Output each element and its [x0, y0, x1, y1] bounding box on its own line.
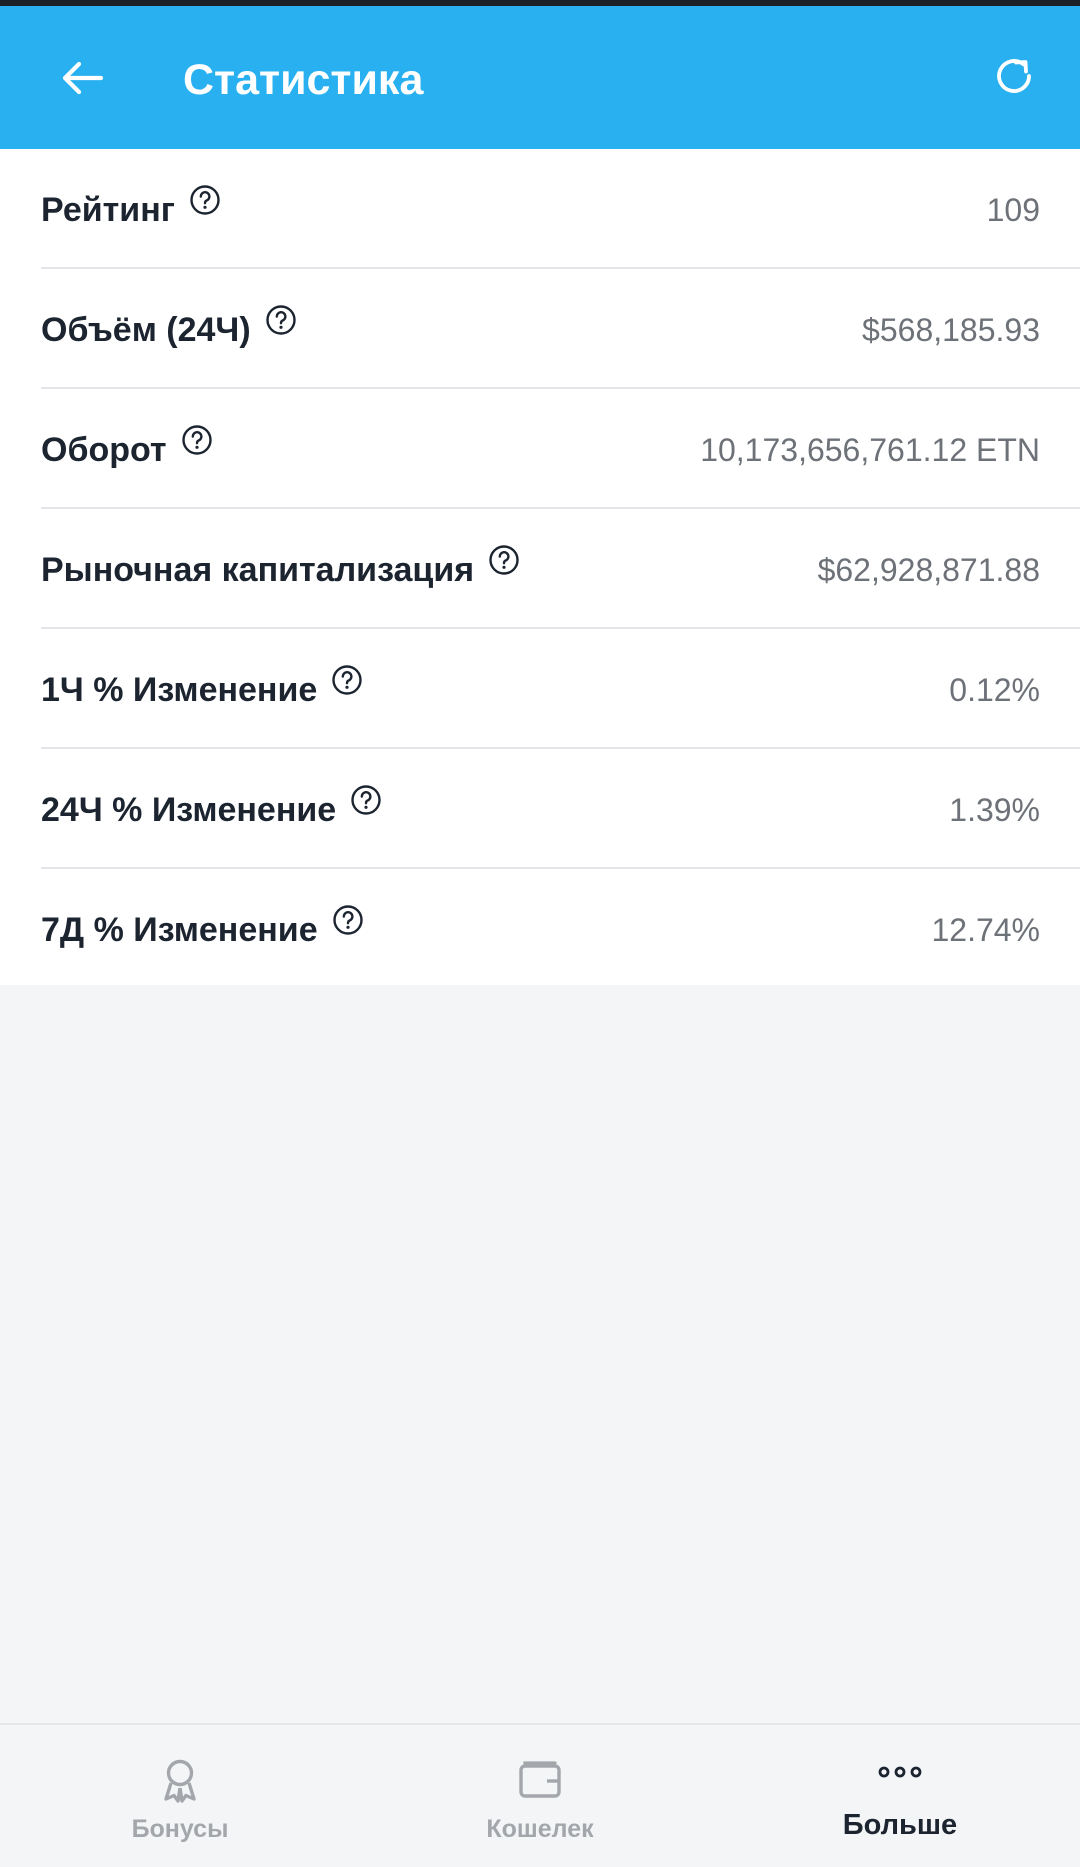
question-circle-icon[interactable]	[265, 304, 297, 336]
nav-label: Кошелек	[486, 1815, 594, 1843]
stat-row-market-cap: Рыночная капитализация $62,928,871.88	[0, 509, 1080, 629]
question-circle-icon[interactable]	[488, 544, 520, 576]
award-ribbon-icon	[164, 1759, 196, 1803]
page-title: Статистика	[183, 56, 424, 104]
stat-label: 24Ч % Изменение	[41, 791, 337, 829]
question-circle-icon[interactable]	[350, 784, 382, 816]
arrow-left-icon	[62, 61, 103, 95]
app-header: Статистика	[0, 6, 1080, 149]
nav-item-bonuses[interactable]: Бонусы	[0, 1725, 360, 1867]
wallet-icon	[519, 1761, 561, 1798]
stat-row-supply: Оборот 10,173,656,761.12 ETN	[0, 389, 1080, 509]
stat-label: Объём (24Ч)	[41, 311, 251, 349]
stat-row-change-1h: 1Ч % Изменение 0.12%	[0, 629, 1080, 749]
stats-list: Рейтинг 109 Объём (24Ч) $568,185.93 Обор…	[0, 149, 1080, 985]
nav-label: Больше	[842, 1809, 958, 1841]
nav-item-more[interactable]: Больше	[720, 1725, 1080, 1867]
stat-row-rank: Рейтинг 109	[0, 149, 1080, 269]
bottom-nav: Бонусы Кошелек Больше	[0, 1723, 1080, 1865]
refresh-icon	[997, 59, 1031, 93]
question-circle-icon[interactable]	[331, 664, 363, 696]
back-button[interactable]	[52, 48, 112, 108]
stat-value: 10,173,656,761.12 ETN	[700, 432, 1040, 468]
nav-item-wallet[interactable]: Кошелек	[360, 1725, 720, 1867]
stat-row-change-24h: 24Ч % Изменение 1.39%	[0, 749, 1080, 869]
stat-label: 1Ч % Изменение	[41, 671, 318, 709]
question-circle-icon[interactable]	[181, 424, 213, 456]
stat-value: $62,928,871.88	[817, 552, 1040, 588]
stat-label: Рейтинг	[41, 191, 175, 229]
stat-value: 1.39%	[949, 792, 1040, 828]
stat-value: 0.12%	[949, 672, 1040, 708]
question-circle-icon[interactable]	[332, 904, 364, 936]
stat-value: 109	[986, 192, 1040, 228]
stat-value: $568,185.93	[862, 312, 1040, 348]
stat-row-change-7d: 7Д % Изменение 12.74%	[0, 869, 1080, 989]
stat-label: 7Д % Изменение	[41, 911, 318, 949]
question-circle-icon[interactable]	[189, 184, 221, 216]
stat-label: Оборот	[41, 431, 167, 469]
refresh-button[interactable]	[982, 44, 1046, 108]
more-dots-icon	[878, 1766, 922, 1778]
nav-label: Бонусы	[131, 1815, 229, 1843]
stat-value: 12.74%	[931, 912, 1040, 948]
stat-label: Рыночная капитализация	[41, 551, 475, 589]
stat-row-volume-24h: Объём (24Ч) $568,185.93	[0, 269, 1080, 389]
